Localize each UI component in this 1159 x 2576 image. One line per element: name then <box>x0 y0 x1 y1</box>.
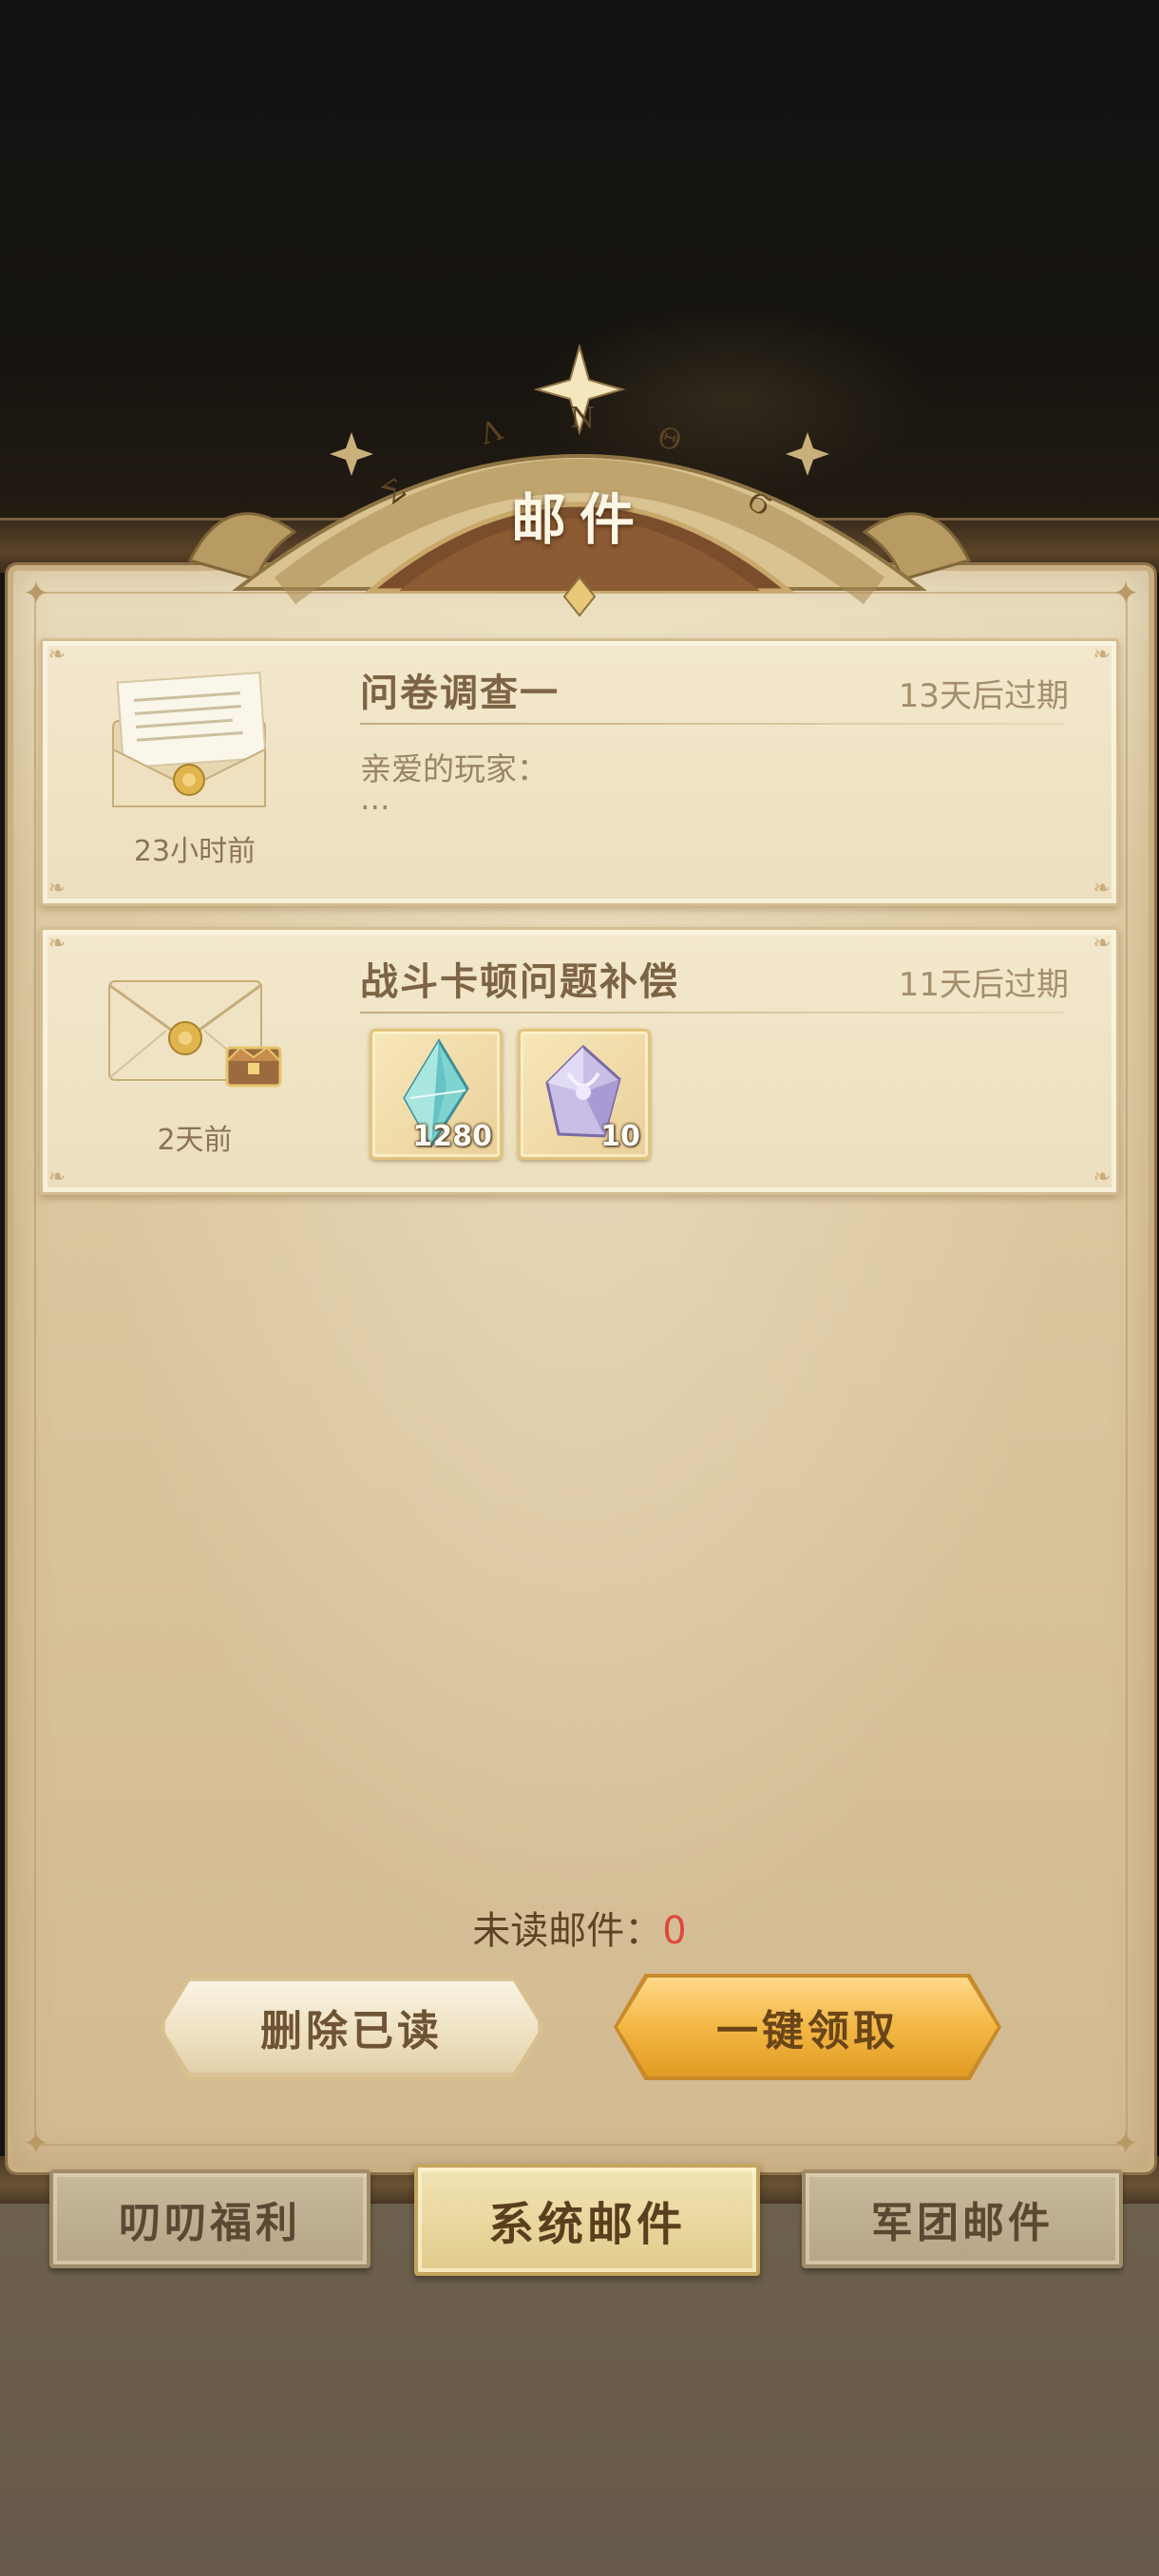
corner-ornament-icon: ✦ <box>22 2125 50 2163</box>
corner-ornament-icon: ❧ <box>1092 877 1112 900</box>
svg-text:Θ: Θ <box>654 420 686 459</box>
svg-text:Ν: Ν <box>570 402 595 435</box>
corner-ornament-icon: ❧ <box>48 1165 66 1189</box>
mail-expire-label: 13天后过期 <box>898 677 1069 715</box>
svg-text:Λ: Λ <box>476 414 507 452</box>
open-envelope-letter-icon <box>112 672 267 807</box>
corner-ornament-icon: ❧ <box>1092 1165 1112 1189</box>
tab-daodao-welfare[interactable]: 叨叨福利 <box>49 2169 370 2268</box>
mail-item[interactable]: ❧ ❧ ❧ ❧ 2天前 战斗卡顿问题补偿 11天后过期 1280 10 <box>40 927 1119 1195</box>
reward-count: 10 <box>600 1120 640 1153</box>
tab-legion-mail[interactable]: 军团邮件 <box>802 2169 1123 2268</box>
reward-count: 1280 <box>412 1120 493 1153</box>
corner-ornament-icon: ✦ <box>22 575 50 613</box>
tab-system-mail[interactable]: 系统邮件 <box>414 2164 760 2276</box>
mail-expire-label: 11天后过期 <box>898 966 1069 1004</box>
divider <box>360 723 1063 725</box>
mail-body-line: ... <box>360 780 390 817</box>
claim-all-button[interactable]: 一键领取 <box>618 1978 998 2076</box>
corner-ornament-icon: ❧ <box>1092 643 1112 667</box>
reward-item[interactable]: 10 <box>518 1029 651 1160</box>
unread-count-value: 0 <box>662 1909 687 1953</box>
mail-title: 战斗卡顿问题补偿 <box>360 959 679 1004</box>
corner-ornament-icon: ❧ <box>48 932 66 956</box>
corner-ornament-icon: ❧ <box>48 877 66 900</box>
mail-time: 2天前 <box>157 1124 233 1157</box>
corner-ornament-icon: ✦ <box>1112 2125 1140 2163</box>
page-title: 邮件 <box>510 487 648 552</box>
mail-title: 问卷调查一 <box>360 671 560 715</box>
divider <box>360 1012 1063 1013</box>
corner-ornament-icon: ✦ <box>1112 575 1140 613</box>
sealed-envelope-with-chest-icon <box>108 980 282 1088</box>
mail-time: 23小时前 <box>133 835 256 868</box>
unread-label: 未读邮件： <box>472 1909 663 1953</box>
delete-read-button[interactable]: 删除已读 <box>162 1978 542 2076</box>
reward-item[interactable]: 1280 <box>370 1029 503 1160</box>
mail-item[interactable]: ❧ ❧ ❧ ❧ 23小时前 问卷调查一 13天后过期 亲爱的玩家： ... <box>40 638 1119 906</box>
corner-ornament-icon: ❧ <box>1092 932 1112 956</box>
corner-ornament-icon: ❧ <box>48 643 66 667</box>
unread-mail-count: 未读邮件：0 <box>0 1900 1159 1955</box>
